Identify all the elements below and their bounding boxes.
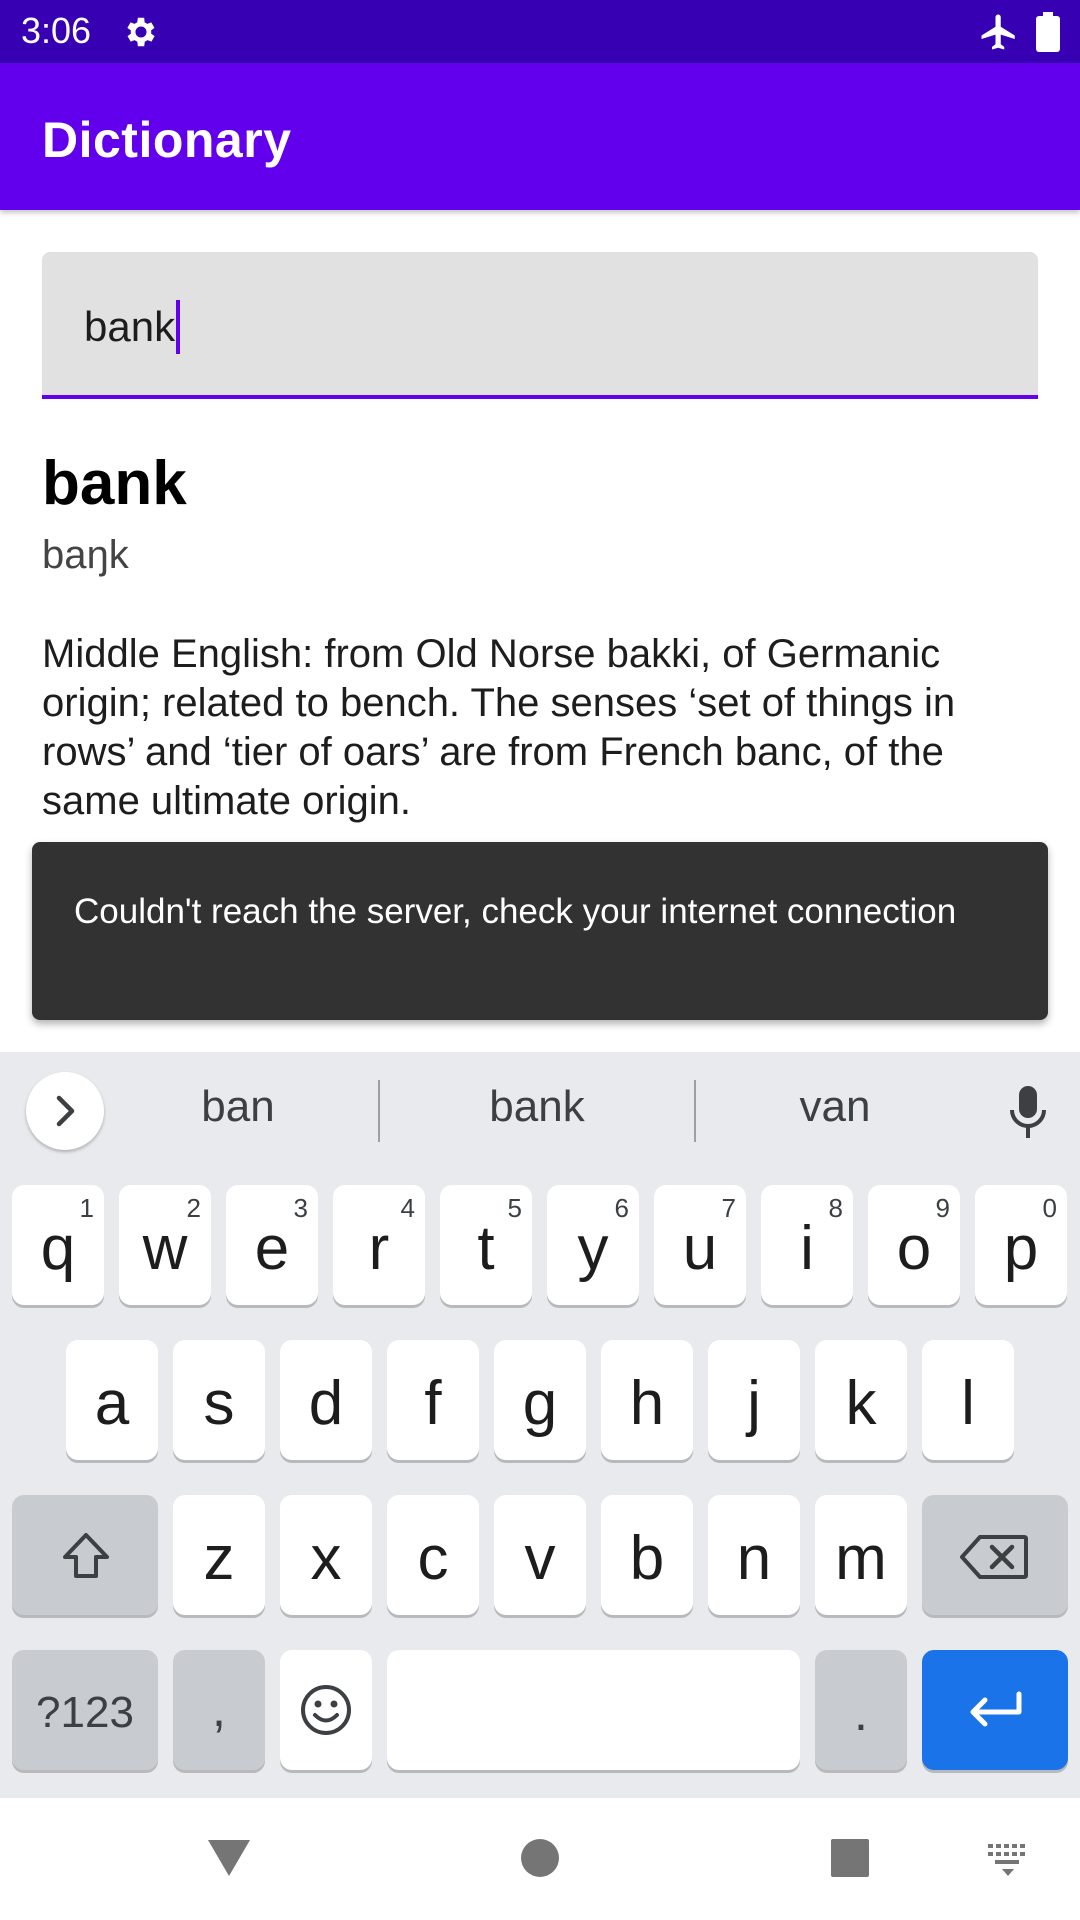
- key-n[interactable]: n: [708, 1495, 800, 1615]
- shift-icon: [63, 1533, 109, 1578]
- key-l[interactable]: l: [922, 1340, 1014, 1460]
- comma-key[interactable]: ,: [173, 1650, 265, 1770]
- symbols-key[interactable]: ?123: [12, 1650, 158, 1770]
- key-f[interactable]: f: [387, 1340, 479, 1460]
- enter-icon: [970, 1691, 1022, 1727]
- gear-icon: [127, 17, 155, 47]
- text-cursor: [176, 300, 181, 354]
- battery-icon: [1036, 12, 1060, 52]
- status-time: 3:06: [21, 10, 92, 51]
- search-input-value: bank: [84, 300, 181, 354]
- microphone-icon[interactable]: [1008, 1084, 1048, 1140]
- suggestion-2[interactable]: bank: [437, 1082, 637, 1132]
- emoji-key[interactable]: [280, 1650, 372, 1770]
- key-b[interactable]: b: [601, 1495, 693, 1615]
- key-u[interactable]: u7: [654, 1185, 746, 1305]
- search-text: bank: [84, 303, 176, 350]
- error-snackbar: Couldn't reach the server, check your in…: [32, 842, 1048, 1020]
- home-icon[interactable]: [520, 1838, 560, 1878]
- emoji-icon: [301, 1685, 351, 1735]
- suggestion-divider: [694, 1080, 696, 1142]
- suggestion-3[interactable]: van: [735, 1082, 935, 1132]
- app-title: Dictionary: [42, 112, 292, 168]
- suggestion-divider: [378, 1080, 380, 1142]
- key-i[interactable]: i8: [761, 1185, 853, 1305]
- result-origin: Middle English: from Old Norse bakki, of…: [42, 632, 956, 823]
- key-m[interactable]: m: [815, 1495, 907, 1615]
- key-o[interactable]: o9: [868, 1185, 960, 1305]
- app-bar: Dictionary: [0, 63, 1080, 210]
- key-k[interactable]: k: [815, 1340, 907, 1460]
- key-t[interactable]: t5: [440, 1185, 532, 1305]
- key-q[interactable]: q1: [12, 1185, 104, 1305]
- suggestion-1[interactable]: ban: [138, 1082, 338, 1132]
- airplane-mode-icon: [981, 14, 1015, 50]
- enter-key[interactable]: [922, 1650, 1068, 1770]
- key-y[interactable]: y6: [547, 1185, 639, 1305]
- key-j[interactable]: j: [708, 1340, 800, 1460]
- recents-icon[interactable]: [830, 1838, 870, 1878]
- back-icon[interactable]: [206, 1838, 252, 1878]
- keyboard-switch-icon[interactable]: [987, 1842, 1029, 1878]
- key-r[interactable]: r4: [333, 1185, 425, 1305]
- key-w[interactable]: w2: [119, 1185, 211, 1305]
- key-p[interactable]: p0: [975, 1185, 1067, 1305]
- soft-keyboard: ban bank van q1 w2 e3 r4 t5 y6 u7 i8 o9 …: [0, 1052, 1080, 1798]
- key-e[interactable]: e3: [226, 1185, 318, 1305]
- snackbar-message: Couldn't reach the server, check your in…: [74, 892, 957, 931]
- key-v[interactable]: v: [494, 1495, 586, 1615]
- key-g[interactable]: g: [494, 1340, 586, 1460]
- period-key[interactable]: .: [815, 1650, 907, 1770]
- backspace-icon: [960, 1535, 1028, 1579]
- shift-key[interactable]: [12, 1495, 158, 1615]
- key-c[interactable]: c: [387, 1495, 479, 1615]
- key-s[interactable]: s: [173, 1340, 265, 1460]
- key-d[interactable]: d: [280, 1340, 372, 1460]
- key-h[interactable]: h: [601, 1340, 693, 1460]
- key-a[interactable]: a: [66, 1340, 158, 1460]
- navigation-bar: [0, 1798, 1080, 1920]
- key-z[interactable]: z: [173, 1495, 265, 1615]
- key-x[interactable]: x: [280, 1495, 372, 1615]
- result-phonetic: baŋk: [42, 533, 129, 577]
- screen: 3:06 Dictionary bank bank baŋk Middle En…: [0, 0, 1080, 1920]
- suggestions-expand-button[interactable]: [26, 1072, 104, 1150]
- search-input[interactable]: bank: [42, 252, 1038, 399]
- space-key[interactable]: [387, 1650, 800, 1770]
- status-bar: 3:06: [0, 0, 1080, 63]
- backspace-key[interactable]: [922, 1495, 1068, 1615]
- chevron-right-icon: [56, 1095, 75, 1127]
- result-word: bank: [42, 449, 187, 518]
